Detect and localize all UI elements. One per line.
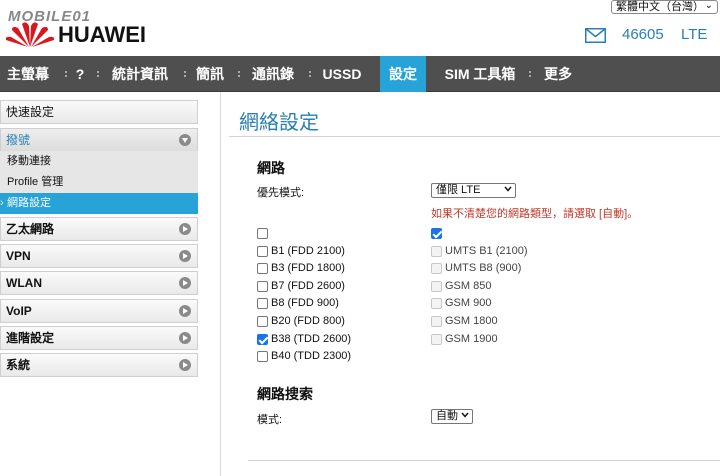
expand-icon: [179, 305, 191, 317]
language-value: 繁體中文（台灣）: [616, 1, 704, 13]
band-checkbox-disabled: [431, 263, 442, 274]
band-checkbox[interactable]: [257, 281, 268, 292]
nav-statistics[interactable]: 統計資訊: [106, 56, 174, 92]
search-mode-select[interactable]: 自動: [431, 409, 473, 424]
content-divider: [220, 92, 221, 476]
sidebar-item-label: 快速設定: [6, 105, 55, 119]
sidebar-item-label: 網路設定: [7, 197, 51, 209]
lte-select-all-checkbox[interactable]: [257, 228, 268, 239]
sidebar-item-system[interactable]: 系統: [0, 353, 198, 377]
band-checkbox-disabled: [431, 246, 442, 257]
current-arrow-icon: ›: [0, 197, 4, 209]
bottom-divider: [248, 460, 720, 461]
sidebar-item-label: VPN: [6, 249, 31, 263]
mode-warning-text: 如果不清楚您的網路類型，請選取 [自動]。: [431, 208, 639, 220]
nav-separator: [65, 71, 68, 77]
band-label: B8 (FDD 900): [271, 297, 339, 309]
sidebar-item-label: 撥號: [6, 133, 31, 147]
section-title-network: 網路: [257, 160, 285, 176]
chevron-down-icon: [461, 412, 469, 418]
section-title-network-search: 網路搜索: [257, 386, 313, 402]
band-label: GSM 850: [445, 280, 492, 292]
band-label: B40 (TDD 2300): [271, 350, 352, 362]
band-checkbox-disabled: [431, 334, 442, 345]
preferred-mode-value: 僅限 LTE: [436, 184, 481, 196]
sidebar-item-vpn[interactable]: VPN: [0, 244, 198, 268]
huawei-flower-icon: [5, 22, 55, 47]
brand-name: HUAWEI: [58, 22, 146, 47]
search-mode-value: 自動: [436, 410, 458, 422]
sidebar-item-advanced[interactable]: 進階設定: [0, 326, 198, 350]
main-nav: 主螢幕 ? 統計資訊 簡訊 通訊錄 USSD 設定 SIM 工具箱 更多: [0, 56, 720, 92]
band-checkbox[interactable]: [257, 246, 268, 257]
sidebar-item-label: WLAN: [6, 276, 42, 290]
mail-icon[interactable]: [585, 28, 606, 43]
nav-sim-toolkit[interactable]: SIM 工具箱: [440, 56, 520, 92]
sidebar-item-quick-setup[interactable]: 快速設定: [0, 100, 198, 124]
sidebar-item-label: 乙太網路: [6, 222, 55, 236]
band-checkbox[interactable]: [257, 263, 268, 274]
expand-icon: [179, 250, 191, 262]
band-label: GSM 900: [445, 297, 492, 309]
nav-sms[interactable]: 簡訊: [192, 56, 228, 92]
sidebar-subitem-mobile-connection[interactable]: 移動連接: [0, 151, 198, 172]
preferred-mode-select[interactable]: 僅限 LTE: [431, 183, 516, 198]
preferred-mode-label: 優先模式:: [257, 187, 305, 199]
sidebar-item-label: 系統: [6, 358, 31, 372]
band-label: B7 (FDD 2600): [271, 280, 345, 292]
nav-settings[interactable]: 設定: [380, 56, 426, 92]
nav-separator: [309, 71, 312, 77]
nav-ussd[interactable]: USSD: [316, 56, 368, 92]
band-label: B1 (FDD 2100): [271, 245, 345, 257]
chevron-down-icon: [504, 186, 512, 192]
band-label: B38 (TDD 2600): [271, 333, 352, 345]
nav-separator: [184, 71, 187, 77]
band-checkbox-disabled: [431, 298, 442, 309]
band-label: B3 (FDD 1800): [271, 262, 345, 274]
band-checkbox-disabled: [431, 316, 442, 327]
language-select[interactable]: 繁體中文（台灣） ⌄: [611, 0, 718, 14]
sidebar-subitem-profile-management[interactable]: Profile 管理: [0, 172, 198, 193]
nav-contacts[interactable]: 通訊錄: [246, 56, 300, 92]
operator-code: 46605: [622, 26, 664, 43]
nav-more[interactable]: 更多: [538, 56, 578, 92]
chevron-down-icon: ⌄: [704, 0, 713, 11]
expand-icon: [179, 359, 191, 371]
nav-help[interactable]: ?: [70, 56, 90, 92]
band-checkbox[interactable]: [257, 316, 268, 327]
nav-separator: [97, 71, 100, 77]
sidebar-item-wlan[interactable]: WLAN: [0, 271, 198, 295]
band-checkbox[interactable]: [257, 334, 268, 345]
sidebar-item-label: 進階設定: [6, 331, 55, 345]
band-label: UMTS B8 (900): [445, 262, 522, 274]
band-label: GSM 1900: [445, 333, 498, 345]
band-checkbox[interactable]: [257, 298, 268, 309]
band-label: B20 (FDD 800): [271, 315, 345, 327]
sidebar-item-label: VoIP: [6, 304, 32, 318]
expand-icon: [179, 277, 191, 289]
band-label: UMTS B1 (2100): [445, 245, 528, 257]
band-checkbox-disabled: [431, 281, 442, 292]
band-checkbox[interactable]: [257, 351, 268, 362]
sidebar-item-dialup[interactable]: 撥號: [0, 128, 198, 152]
sidebar-item-voip[interactable]: VoIP: [0, 299, 198, 323]
band-label: GSM 1800: [445, 315, 498, 327]
sidebar-subitem-network-settings[interactable]: › 網路設定: [0, 193, 198, 214]
nav-separator: [529, 71, 532, 77]
logo: MOBILE01 HUAWEI: [0, 2, 160, 52]
sidebar-item-ethernet[interactable]: 乙太網路: [0, 217, 198, 241]
other-select-all-checkbox[interactable]: [431, 228, 442, 239]
expand-icon: [179, 223, 191, 235]
title-divider: [229, 136, 720, 137]
page-title: 網絡設定: [239, 112, 319, 134]
header: MOBILE01 HUAWEI 繁體中文（台灣） ⌄ 46605 LTE: [0, 0, 720, 56]
expand-icon: [179, 332, 191, 344]
search-mode-label: 模式:: [257, 414, 283, 426]
nav-separator: [238, 71, 241, 77]
network-type: LTE: [681, 26, 708, 43]
collapse-icon: [179, 134, 191, 146]
nav-home[interactable]: 主螢幕: [0, 56, 56, 92]
